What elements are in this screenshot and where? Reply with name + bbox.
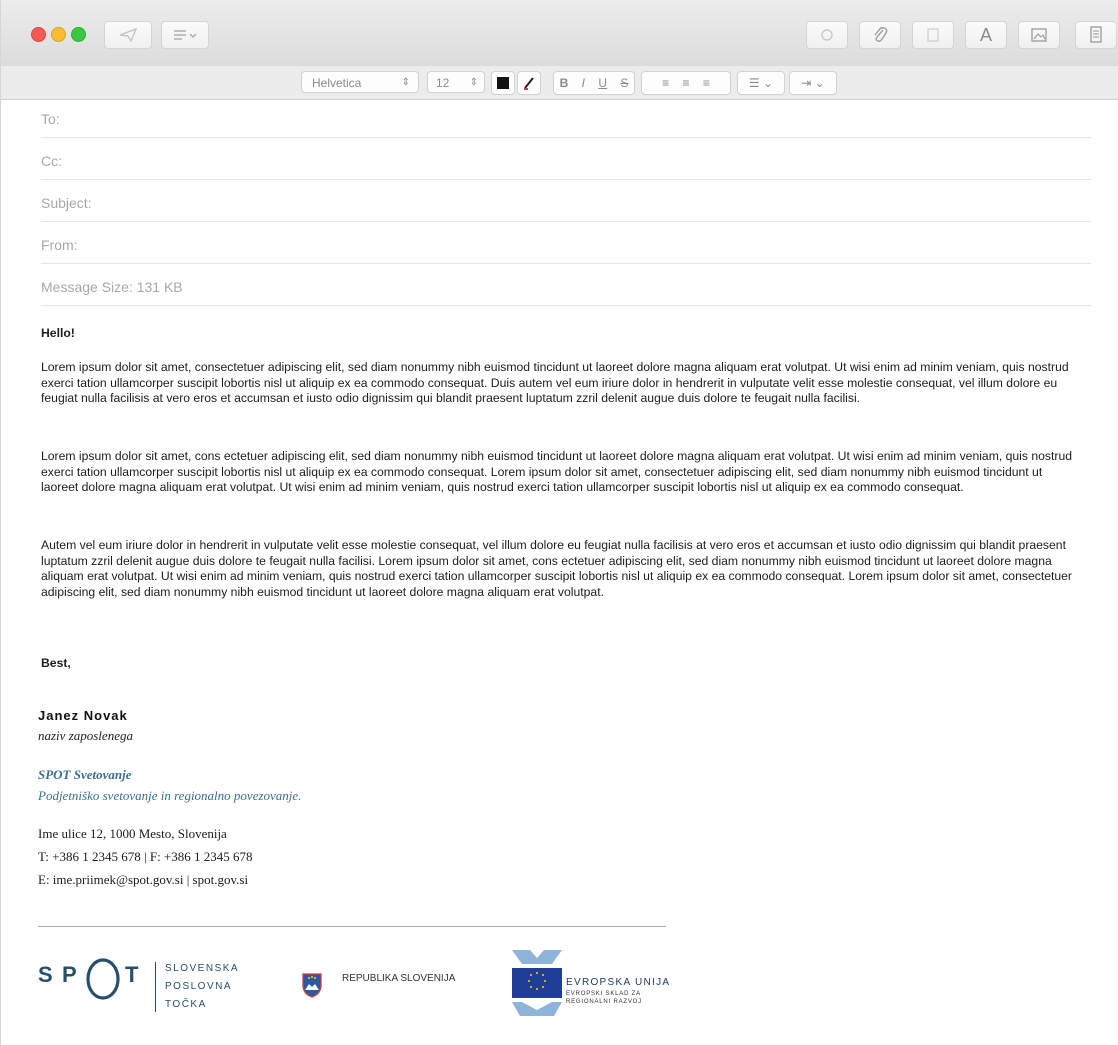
attach-icon (874, 27, 888, 42)
indent-icon: ⇥ ⌄ (801, 76, 825, 90)
strikethrough-button[interactable]: S (620, 76, 628, 90)
subject-field-input[interactable] (111, 189, 1081, 217)
attach-button[interactable] (859, 21, 901, 49)
markup-icon (927, 28, 939, 42)
align-left-button[interactable]: ≡ (662, 76, 669, 90)
slovenia-coat-of-arms-icon (302, 973, 322, 998)
title-bar: A (1, 0, 1118, 67)
body-paragraph-1: Lorem ipsum dolor sit amet, consectetuer… (41, 360, 1069, 405)
header-fields-button[interactable] (161, 21, 209, 49)
align-right-button[interactable]: ≡ (703, 76, 710, 90)
message-size-label: Message Size: 131 KB (41, 279, 183, 295)
field-divider (41, 263, 1091, 264)
markup-button[interactable] (912, 21, 954, 49)
eu-logo-line-3: REGIONALNI RAZVOJ (566, 999, 642, 1005)
republika-slovenija-label: REPUBLIKA SLOVENIJA (342, 973, 456, 984)
font-size-value: 12 (436, 76, 450, 90)
body-paragraph-3: Autem vel eum iriure dolor in hendrerit … (41, 538, 1072, 599)
alignment-group: ≡ ≡ ≡ (641, 71, 731, 95)
font-size-select[interactable]: 12 ⇕ (427, 71, 485, 93)
eu-logo-title: EVROPSKA UNIJA (566, 977, 671, 988)
field-divider (41, 137, 1091, 138)
subject-field-label: Subject: (41, 195, 92, 211)
spot-logo-s: S (38, 962, 55, 987)
closing: Best, (41, 656, 71, 670)
font-family-select[interactable]: Helvetica ⇕ (301, 71, 419, 93)
underline-button[interactable]: U (598, 76, 607, 90)
updown-arrows-icon: ⇕ (401, 77, 410, 88)
updown-arrows-icon: ⇕ (469, 77, 478, 88)
stationery-icon (1090, 26, 1102, 43)
format-font-icon (821, 29, 833, 41)
send-icon (119, 27, 138, 43)
spot-logo-line-1: SLOVENSKA (165, 963, 240, 974)
cc-field-input[interactable] (76, 147, 1076, 175)
body-paragraph-2: Lorem ipsum dolor sit amet, cons ectetue… (41, 449, 1073, 494)
italic-button[interactable]: I (582, 76, 585, 90)
signature-address: Ime ulice 12, 1000 Mesto, Slovenija (38, 826, 227, 841)
signature-job-title: naziv zaposlenega (38, 728, 133, 743)
photo-browser-icon (1031, 28, 1047, 42)
cc-field-label: Cc: (41, 153, 62, 169)
eu-logo-line-2: EVROPSKI SKLAD ZA (566, 991, 641, 997)
field-divider (41, 305, 1091, 306)
signature-divider (38, 926, 666, 927)
indent-button[interactable]: ⇥ ⌄ (789, 71, 837, 95)
mail-compose-window: A Helvetica ⇕ 12 ⇕ B I U S ≡ ≡ ≡ ☰ ⌄ ⇥ ⌄… (0, 0, 1118, 1045)
greeting: Hello! (41, 326, 75, 340)
from-field-select[interactable] (91, 231, 1081, 259)
signature-company: SPOT Svetovanje (38, 767, 132, 782)
header-fields-icon (174, 30, 197, 40)
close-window-button[interactable] (31, 27, 46, 42)
list-style-button[interactable]: ☰ ⌄ (737, 71, 785, 95)
text-style-group: B I U S (553, 71, 635, 95)
signature-phone: T: +386 1 2345 678 | F: +386 1 2345 678 (38, 849, 253, 864)
from-field-label: From: (41, 237, 78, 253)
signature-name: Janez Novak (38, 708, 128, 723)
signature-tagline: Podjetniško svetovanje in regionalno pov… (38, 788, 302, 803)
photo-browser-button[interactable] (1018, 21, 1060, 49)
zoom-window-button[interactable] (71, 27, 86, 42)
format-bar: Helvetica ⇕ 12 ⇕ B I U S ≡ ≡ ≡ ☰ ⌄ ⇥ ⌄ (1, 66, 1118, 100)
eu-regional-fund-logo-icon (512, 950, 562, 1016)
align-center-button[interactable]: ≡ (682, 76, 689, 90)
send-button[interactable] (104, 21, 152, 49)
spot-logo-divider (155, 962, 156, 1012)
text-color-swatch-icon (497, 77, 509, 89)
to-field-input[interactable] (76, 105, 1076, 133)
spot-logo-line-3: TOČKA (165, 999, 207, 1010)
font-family-value: Helvetica (312, 76, 362, 90)
minimize-window-button[interactable] (51, 27, 66, 42)
spot-logo-t: T (125, 962, 141, 987)
spot-logo-p: P (62, 962, 79, 987)
highlight-color-button[interactable] (517, 71, 541, 95)
format-font-button[interactable] (806, 21, 848, 49)
field-divider (41, 179, 1091, 180)
to-field-label: To: (41, 111, 60, 127)
field-divider (41, 221, 1091, 222)
text-color-button[interactable] (491, 71, 515, 95)
spot-logo-ring-icon (86, 958, 120, 1000)
list-icon: ☰ ⌄ (748, 76, 774, 90)
stationery-button[interactable] (1075, 21, 1117, 49)
bold-button[interactable]: B (560, 76, 569, 90)
signature-email[interactable]: E: ime.priimek@spot.gov.si | spot.gov.si (38, 872, 248, 888)
spot-logo-line-2: POSLOVNA (165, 981, 233, 992)
fonts-icon: A (979, 25, 992, 45)
highlight-icon (524, 77, 534, 90)
fonts-button[interactable]: A (965, 21, 1007, 49)
